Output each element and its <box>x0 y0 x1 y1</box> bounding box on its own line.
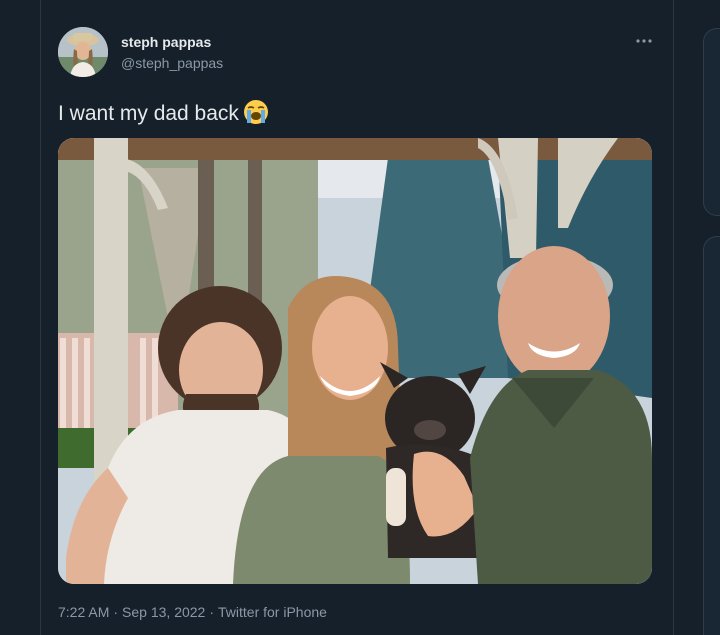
loudly-crying-face-icon <box>243 99 269 125</box>
author-display-name[interactable]: steph pappas <box>121 34 211 50</box>
tweet-text-content: I want my dad back <box>58 102 239 125</box>
more-horizontal-icon <box>636 39 652 43</box>
meta-separator: · <box>113 604 119 620</box>
tweet-page: steph pappas @steph_pappas I want my dad… <box>0 0 720 635</box>
avatar[interactable] <box>58 27 108 77</box>
author-handle[interactable]: @steph_pappas <box>121 55 223 71</box>
tweet-date[interactable]: Sep 13, 2022 <box>122 604 205 620</box>
profile-photo-icon <box>58 27 108 77</box>
tweet-text: I want my dad back <box>58 99 269 126</box>
tweet-metadata: 7:22 AM · Sep 13, 2022 · Twitter for iPhone <box>58 604 327 620</box>
more-options-button[interactable] <box>630 33 658 49</box>
tweet-time[interactable]: 7:22 AM <box>58 604 109 620</box>
meta-separator: · <box>209 604 215 620</box>
tweet-photo[interactable] <box>58 138 652 584</box>
family-photo-icon <box>58 138 652 584</box>
sidebar-card <box>703 28 720 216</box>
tweet-source[interactable]: Twitter for iPhone <box>218 604 327 620</box>
sidebar-card <box>703 236 720 635</box>
